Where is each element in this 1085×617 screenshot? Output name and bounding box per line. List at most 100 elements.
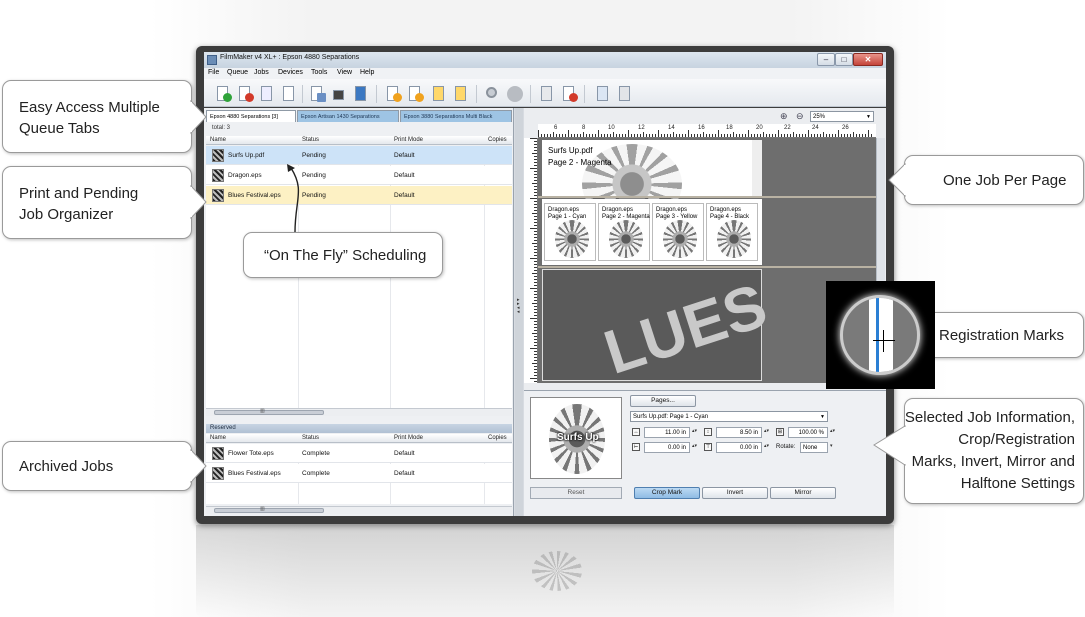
- ruler-tick: [829, 134, 830, 137]
- ruler-tick: [619, 134, 620, 137]
- offset-x-field[interactable]: 0.00 in: [644, 442, 690, 453]
- height-field[interactable]: 8.50 in: [716, 427, 762, 438]
- pages-button[interactable]: Pages...: [630, 395, 696, 407]
- ruler-tick: [534, 246, 537, 247]
- monitor-icon[interactable]: [352, 85, 370, 103]
- table-row[interactable]: Blues Festival.eps Complete Default: [206, 464, 512, 483]
- spinner-icon[interactable]: ▴▾: [764, 428, 769, 434]
- ruler-tick: [808, 130, 809, 137]
- crop-mark-button[interactable]: Crop Mark: [634, 487, 700, 499]
- move-up-icon[interactable]: [384, 85, 402, 103]
- zoom-out-icon[interactable]: ⊖: [796, 111, 804, 122]
- menu-jobs[interactable]: Jobs: [254, 69, 269, 76]
- ruler-tick: [739, 134, 740, 137]
- scale-field[interactable]: 100.00 %: [788, 427, 828, 438]
- ruler-tick: [784, 134, 785, 137]
- delete-job-icon[interactable]: [236, 85, 254, 103]
- callout-pointer: [888, 163, 906, 198]
- ruler-tick: [763, 132, 764, 137]
- document-icon[interactable]: [280, 85, 298, 103]
- col-print-mode[interactable]: Print Mode: [394, 435, 423, 441]
- queue-icon[interactable]: [594, 85, 612, 103]
- callout-text: Print and Pending: [19, 185, 139, 202]
- print-icon[interactable]: [258, 85, 276, 103]
- width-field[interactable]: 11.00 in: [644, 427, 690, 438]
- dragon-sheet[interactable]: Dragon.eps Page 1 - Cyan Dragon.eps Page…: [542, 199, 762, 265]
- col-status[interactable]: Status: [302, 435, 319, 441]
- offset-y-field[interactable]: 0.00 in: [716, 442, 762, 453]
- queue-list-icon[interactable]: [616, 85, 634, 103]
- zoom-value: 25%: [813, 114, 826, 120]
- ruler-tick: [534, 270, 537, 271]
- table-row[interactable]: Blues Festival.eps Pending Default: [206, 186, 512, 205]
- marketing-figure: FilmMaker v4 XL+ : Epson 4880 Separation…: [0, 0, 1085, 617]
- scroll-thumb[interactable]: [214, 508, 324, 513]
- spinner-icon[interactable]: ▴▾: [830, 428, 835, 434]
- printer-icon[interactable]: [330, 85, 348, 103]
- ruler-tick: [790, 134, 791, 137]
- tab-epson-4880[interactable]: Epson 4880 Separations [3]: [206, 110, 296, 122]
- surfs-up-sheet[interactable]: Surfs Up.pdf Page 2 - Magenta: [542, 140, 752, 224]
- col-copies[interactable]: Copies: [488, 137, 507, 143]
- close-button[interactable]: ✕: [853, 53, 883, 66]
- ruler-tick: [838, 130, 839, 137]
- reserved-hscrollbar[interactable]: ▥: [206, 506, 512, 514]
- job-thumbnail: [212, 149, 224, 162]
- ruler-tick: [772, 134, 773, 137]
- invert-button[interactable]: Invert: [702, 487, 768, 499]
- menu-devices[interactable]: Devices: [278, 69, 303, 76]
- scroll-thumb[interactable]: [214, 410, 324, 415]
- zoom-in-icon[interactable]: ⊕: [780, 111, 788, 122]
- job-status: Complete: [302, 470, 330, 477]
- menu-tools[interactable]: Tools: [311, 69, 327, 76]
- blues-sheet[interactable]: LUES: [542, 269, 775, 383]
- col-name[interactable]: Name: [210, 435, 226, 441]
- ruler-tick: [534, 339, 537, 340]
- maximize-button[interactable]: □: [835, 53, 853, 66]
- col-name[interactable]: Name: [210, 137, 226, 143]
- ruler-tick: [871, 134, 872, 137]
- col-print-mode[interactable]: Print Mode: [394, 137, 423, 143]
- add-job-icon[interactable]: [214, 85, 232, 103]
- queue-hscrollbar[interactable]: ▥: [206, 408, 512, 416]
- menu-view[interactable]: View: [337, 69, 352, 76]
- menu-help[interactable]: Help: [360, 69, 374, 76]
- search-icon[interactable]: [484, 85, 502, 103]
- job-page-select[interactable]: Surfs Up.pdf: Page 1 - Cyan ▼: [630, 411, 828, 422]
- mirror-button[interactable]: Mirror: [770, 487, 836, 499]
- move-bottom-icon[interactable]: [452, 85, 470, 103]
- menu-file[interactable]: File: [208, 69, 219, 76]
- reset-button[interactable]: Reset: [530, 487, 622, 499]
- rotate-select[interactable]: None: [800, 442, 828, 453]
- copy-icon[interactable]: [308, 85, 326, 103]
- table-row[interactable]: Dragon.eps Pending Default: [206, 166, 512, 185]
- title-bar[interactable]: FilmMaker v4 XL+ : Epson 4880 Separation…: [204, 52, 886, 68]
- ruler-tick: [534, 252, 537, 253]
- spinner-icon[interactable]: ▴▾: [692, 443, 697, 449]
- ruler-tick: [534, 219, 537, 220]
- cancel-icon[interactable]: [560, 85, 578, 103]
- chevron-down-icon[interactable]: ▾: [830, 443, 833, 449]
- table-row[interactable]: Surfs Up.pdf Pending Default: [206, 146, 512, 165]
- callout-text: Selected Job Information,: [904, 409, 1075, 426]
- spinner-icon[interactable]: ▴▾: [764, 443, 769, 449]
- move-down-icon[interactable]: [406, 85, 424, 103]
- ruler-tick: [553, 132, 554, 137]
- ruler-tick: [757, 134, 758, 137]
- tab-epson-3880[interactable]: Epson 3880 Separations Multi Black: [400, 110, 512, 122]
- table-row[interactable]: Flower Tote.eps Complete Default: [206, 444, 512, 463]
- move-top-icon[interactable]: [430, 85, 448, 103]
- ruler-tick: [577, 134, 578, 137]
- resume-icon[interactable]: [538, 85, 556, 103]
- minimize-button[interactable]: –: [817, 53, 835, 66]
- panel-splitter[interactable]: ▸ ▸ ◂ ◂: [515, 108, 523, 516]
- zoom-select[interactable]: 25% ▼: [810, 111, 874, 122]
- menu-queue[interactable]: Queue: [227, 69, 248, 76]
- ruler-label: 24: [812, 125, 819, 131]
- reserved-header[interactable]: Reserved: [206, 424, 512, 433]
- col-copies[interactable]: Copies: [488, 435, 507, 441]
- spinner-icon[interactable]: ▴▾: [692, 428, 697, 434]
- stop-icon[interactable]: [506, 85, 524, 103]
- col-status[interactable]: Status: [302, 137, 319, 143]
- tab-epson-artisan-1430[interactable]: Epson Artisan 1430 Separations: [297, 110, 399, 122]
